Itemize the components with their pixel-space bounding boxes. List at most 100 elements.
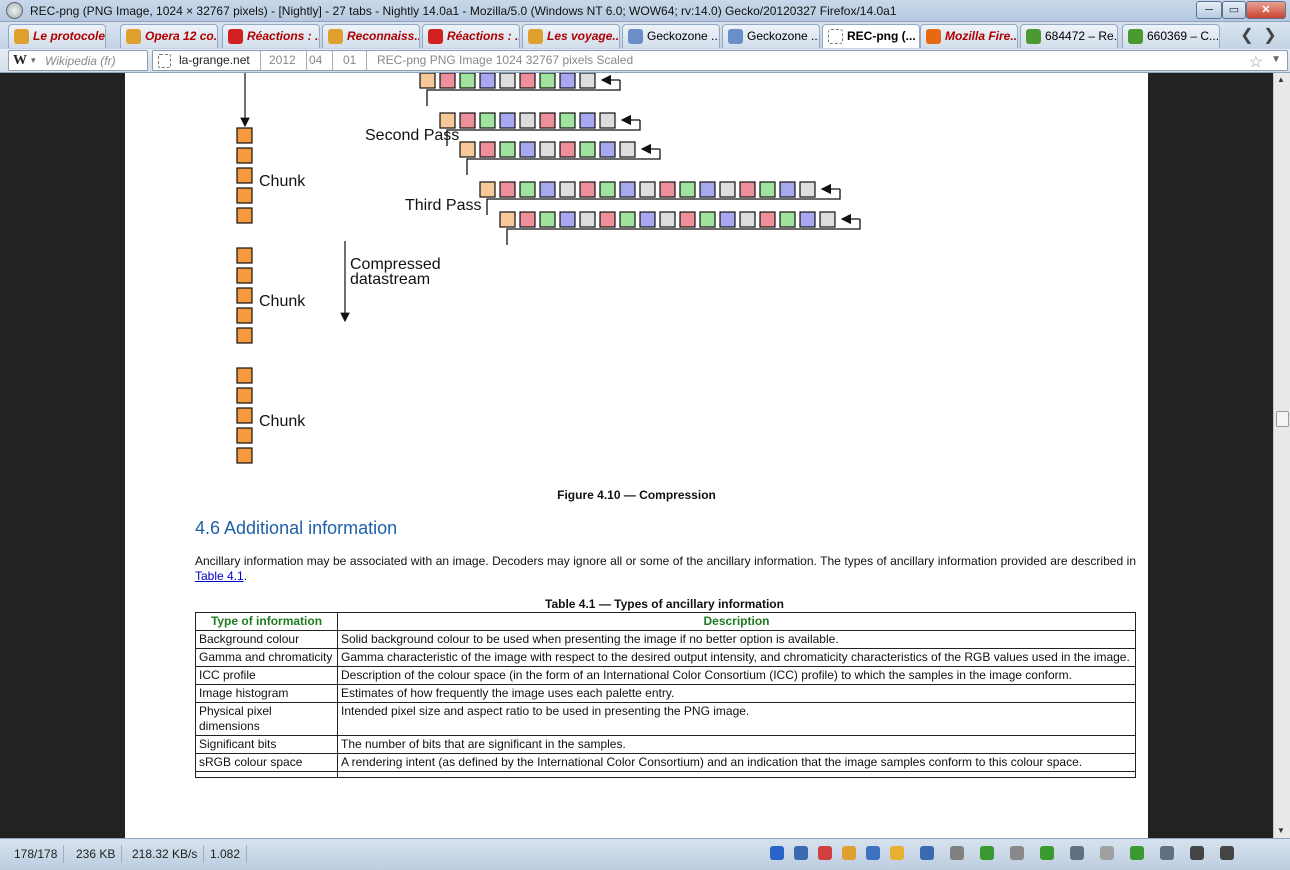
download-arrow-icon[interactable] xyxy=(866,846,880,860)
tab-9[interactable]: REC-png (... xyxy=(822,24,920,48)
settings-icon[interactable] xyxy=(1070,846,1084,860)
nightly-logo-icon[interactable] xyxy=(6,2,23,19)
cell-type: Gamma and chromaticity xyxy=(195,648,338,667)
status-item: 178/178 xyxy=(8,845,65,863)
list-icon[interactable] xyxy=(920,846,934,860)
tab-10[interactable]: Mozilla Fire... xyxy=(920,24,1018,48)
bookmark-star-icon[interactable]: ☆ xyxy=(1249,52,1263,72)
tab-4[interactable]: Reconnaiss... xyxy=(322,24,420,48)
tab-2[interactable]: Opera 12 co... xyxy=(120,24,218,48)
breadcrumb-item[interactable]: 01 xyxy=(337,51,368,70)
tab-label: Reconnaiss... xyxy=(347,29,419,43)
pixel-square xyxy=(599,181,616,198)
table-header-row: Type of information Description xyxy=(195,612,1136,631)
url-dropdown-icon[interactable]: ▼ xyxy=(1271,54,1281,65)
breadcrumb-item[interactable]: 04 xyxy=(303,51,334,70)
pixel-square xyxy=(539,181,556,198)
pixel-square xyxy=(719,181,736,198)
notes-icon[interactable] xyxy=(890,846,904,860)
add-icon[interactable] xyxy=(980,846,994,860)
page-icon xyxy=(158,54,171,68)
cell-description xyxy=(337,771,1136,778)
chunk-square xyxy=(236,247,253,264)
tab-11[interactable]: 684472 – Re... xyxy=(1020,24,1118,48)
breadcrumb-item[interactable]: la-grange.net xyxy=(173,51,261,70)
pixel-square xyxy=(559,141,576,158)
tab-7[interactable]: Geckozone ... xyxy=(622,24,720,48)
maximize-button[interactable]: ▭ xyxy=(1222,1,1246,19)
status-item: 236 KB xyxy=(70,845,123,863)
flag-icon[interactable] xyxy=(818,846,832,860)
expand-icon[interactable] xyxy=(1100,846,1114,860)
compressed-label-line1: Compressed xyxy=(350,256,441,273)
table-caption: Table 4.1 — Types of ancillary informati… xyxy=(545,597,784,611)
cell-type: sRGB colour space xyxy=(195,753,338,772)
pixel-square xyxy=(579,73,596,89)
pixel-square xyxy=(759,181,776,198)
pixel-square xyxy=(519,112,536,129)
tab-label: Opera 12 co... xyxy=(145,29,217,43)
window-title: REC-png (PNG Image, 1024 × 32767 pixels)… xyxy=(30,4,897,18)
minimize-button[interactable]: ─ xyxy=(1196,1,1222,19)
search-engine-dropdown-icon[interactable]: ▾ xyxy=(31,55,36,66)
table-row: Significant bits The number of bits that … xyxy=(195,735,1136,754)
tab-scroll-right-icon[interactable]: ❯ xyxy=(1260,26,1280,46)
scroll-down-icon[interactable]: ▼ xyxy=(1277,826,1285,835)
compressed-datastream-label: Compressed datastream xyxy=(350,256,441,288)
chunk-square xyxy=(236,187,253,204)
section-heading: 4.6 Additional information xyxy=(195,518,398,538)
table-row: Background colour Solid background colour… xyxy=(195,630,1136,649)
cell-description: Gamma characteristic of the image with r… xyxy=(337,648,1136,667)
ancillary-info-table: Type of information Description Backgrou… xyxy=(195,612,1136,778)
refresh-icon[interactable] xyxy=(1160,846,1174,860)
title-bar: REC-png (PNG Image, 1024 × 32767 pixels)… xyxy=(0,0,1290,22)
tab-scroll-left-icon[interactable]: ❮ xyxy=(1237,26,1257,46)
cell-description: Solid background colour to be used when … xyxy=(337,630,1136,649)
table-link[interactable]: Table 4.1 xyxy=(195,569,244,583)
filter-byte-square xyxy=(459,141,476,158)
up-icon[interactable] xyxy=(1190,846,1204,860)
cell-type: Image histogram xyxy=(195,684,338,703)
pixel-square xyxy=(739,181,756,198)
tab-8[interactable]: Geckozone ... xyxy=(722,24,820,48)
tab-6[interactable]: Les voyage... xyxy=(522,24,620,48)
vertical-scrollbar[interactable]: ▲ ▼ xyxy=(1273,73,1290,838)
scroll-up-icon[interactable]: ▲ xyxy=(1277,75,1285,84)
chunk-square xyxy=(236,307,253,324)
url-bar[interactable]: la-grange.net 2012 04 01 REC-png PNG Image 1… xyxy=(152,50,1288,71)
wikipedia-icon[interactable]: W xyxy=(13,53,27,69)
pixel-square xyxy=(719,211,736,228)
bookmarks-icon[interactable] xyxy=(794,846,808,860)
pixel-square xyxy=(439,73,456,89)
table-row: Gamma and chromaticity Gamma characterist… xyxy=(195,648,1136,667)
tab-favicon-icon xyxy=(1128,29,1143,44)
progress-indicator-icon[interactable] xyxy=(770,846,784,860)
scroll-thumb[interactable] xyxy=(1276,411,1289,427)
search-input[interactable]: W ▾ Wikipedia (fr) xyxy=(8,50,148,71)
tab-label: Les voyage... xyxy=(547,29,619,43)
content-viewport[interactable]: Chunk Chunk Chunk Second Pass Third Pass… xyxy=(0,73,1273,838)
tab-12[interactable]: 660369 – C... xyxy=(1122,24,1220,48)
down-icon[interactable] xyxy=(1220,846,1234,860)
section-paragraph: Ancillary information may be associated … xyxy=(195,554,1136,584)
puzzle-icon[interactable] xyxy=(1040,846,1054,860)
home-icon[interactable] xyxy=(1130,846,1144,860)
pixel-square xyxy=(579,112,596,129)
table-row: sRGB colour space A rendering intent (as … xyxy=(195,753,1136,772)
status-item: 218.32 KB/s xyxy=(126,845,205,863)
tab-5[interactable]: Réactions : ... xyxy=(422,24,520,48)
gear-icon[interactable] xyxy=(950,846,964,860)
tab-favicon-icon xyxy=(628,29,643,44)
pixel-square xyxy=(539,211,556,228)
tab-favicon-icon xyxy=(328,29,343,44)
table-row xyxy=(195,771,1136,778)
download-icon[interactable] xyxy=(842,846,856,860)
tab-1[interactable]: Le protocole... xyxy=(8,24,106,48)
chunk-label: Chunk xyxy=(259,293,306,310)
tab-3[interactable]: Réactions : ... xyxy=(222,24,320,48)
pixel-square xyxy=(599,112,616,129)
pixel-square xyxy=(579,181,596,198)
close-button[interactable]: ✕ xyxy=(1246,1,1286,19)
breadcrumb-item[interactable]: 2012 xyxy=(263,51,307,70)
globe-icon[interactable] xyxy=(1010,846,1024,860)
